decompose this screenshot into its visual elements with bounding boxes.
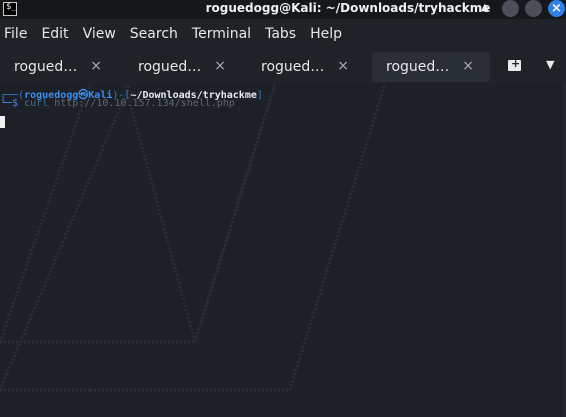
tab-menu-chevron-icon[interactable]: ▼ xyxy=(546,58,554,71)
tab-label: rogued… xyxy=(14,59,78,75)
menu-terminal[interactable]: Terminal xyxy=(192,26,251,42)
menu-help[interactable]: Help xyxy=(310,26,342,42)
terminal-output[interactable]: ┌──(roguedogg㉿Kali)-[~/Downloads/tryhack… xyxy=(0,84,566,417)
terminal-tab-1[interactable]: rogued… × xyxy=(0,52,118,82)
menu-search[interactable]: Search xyxy=(130,26,178,42)
command-name: curl xyxy=(24,98,49,109)
minimize-button[interactable] xyxy=(502,0,519,17)
text-cursor xyxy=(0,116,5,128)
kali-wallpaper-art xyxy=(0,84,387,392)
maximize-button[interactable] xyxy=(525,0,542,17)
terminal-tab-4-active[interactable]: rogued… × xyxy=(372,52,490,82)
tab-label: rogued… xyxy=(261,59,325,75)
tab-close-icon[interactable]: × xyxy=(337,58,349,74)
tab-close-icon[interactable]: × xyxy=(462,58,474,74)
menu-bar: File Edit View Search Terminal Tabs Help xyxy=(0,19,566,49)
menu-file[interactable]: File xyxy=(4,26,27,42)
terminal-scrollbar[interactable] xyxy=(562,84,566,417)
title-bar: $_ roguedogg@Kali: ~/Downloads/tryhackme… xyxy=(0,0,566,19)
menu-tabs[interactable]: Tabs xyxy=(265,26,296,42)
terminal-tab-3[interactable]: rogued… × xyxy=(247,52,365,82)
menu-edit[interactable]: Edit xyxy=(41,26,68,42)
new-tab-icon[interactable]: + xyxy=(507,57,523,72)
prompt-close: ] xyxy=(256,90,263,101)
command-line: └─$ curl http://10.10.157.134/shell.php xyxy=(0,98,235,109)
command-argument: http://10.10.157.134/shell.php xyxy=(48,98,235,109)
tab-label: rogued… xyxy=(138,59,202,75)
close-window-button[interactable]: × xyxy=(548,0,565,17)
menu-view[interactable]: View xyxy=(83,26,116,42)
tab-bar: rogued… × rogued… × rogued… × rogued… × … xyxy=(0,49,566,84)
tab-close-icon[interactable]: × xyxy=(214,58,226,74)
prompt-line2: └─$ xyxy=(0,98,25,109)
tab-label: rogued… xyxy=(386,59,450,75)
terminal-tab-2[interactable]: rogued… × xyxy=(124,52,242,82)
window-menu-caret-icon[interactable]: ▲ xyxy=(481,2,489,13)
tab-close-icon[interactable]: × xyxy=(90,58,102,74)
